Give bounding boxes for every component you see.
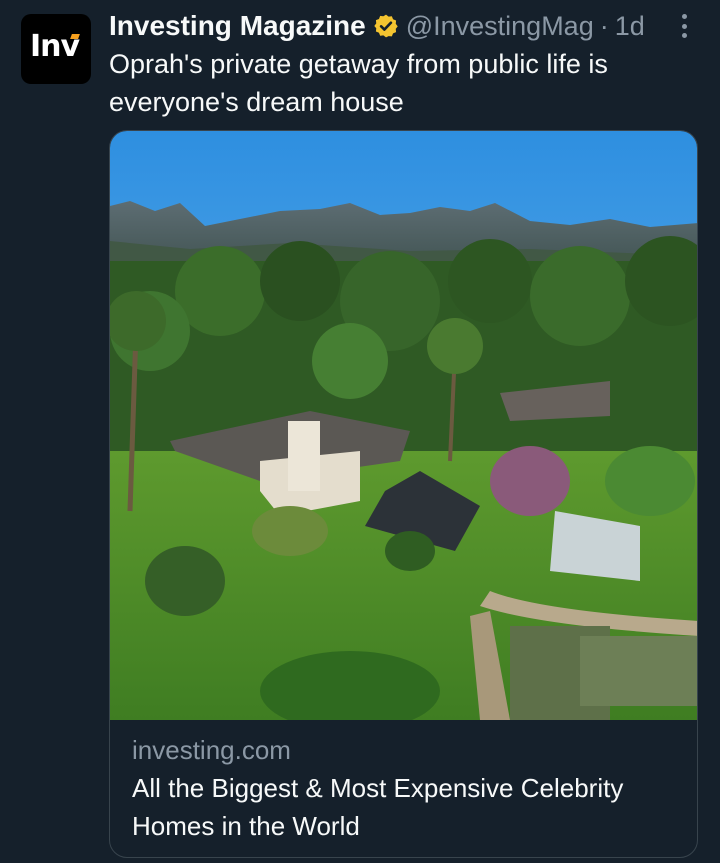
- avatar[interactable]: Inv: [21, 14, 91, 84]
- more-dot: [681, 23, 687, 29]
- card-footer: investing.com All the Biggest & Most Exp…: [132, 731, 682, 845]
- card-domain: investing.com: [132, 735, 291, 765]
- more-dot: [681, 33, 687, 38]
- separator-dot: ·: [599, 10, 609, 41]
- tweet[interactable]: Inv Investing Magazine @InvestingMag · 1…: [0, 0, 720, 863]
- more-options-icon[interactable]: [674, 12, 694, 40]
- tweet-header: Investing Magazine @InvestingMag · 1d: [109, 8, 645, 44]
- card-title[interactable]: All the Biggest & Most Expensive Celebri…: [132, 769, 682, 845]
- timestamp[interactable]: 1d: [615, 11, 645, 42]
- card-image[interactable]: [110, 131, 698, 720]
- author-name[interactable]: Investing Magazine: [109, 10, 366, 42]
- verified-badge-icon: [374, 14, 398, 38]
- link-card[interactable]: investing.com All the Biggest & Most Exp…: [109, 130, 698, 858]
- author-handle[interactable]: @InvestingMag: [406, 11, 594, 42]
- tweet-text: Oprah's private getaway from public life…: [109, 49, 608, 117]
- more-dot: [681, 14, 687, 19]
